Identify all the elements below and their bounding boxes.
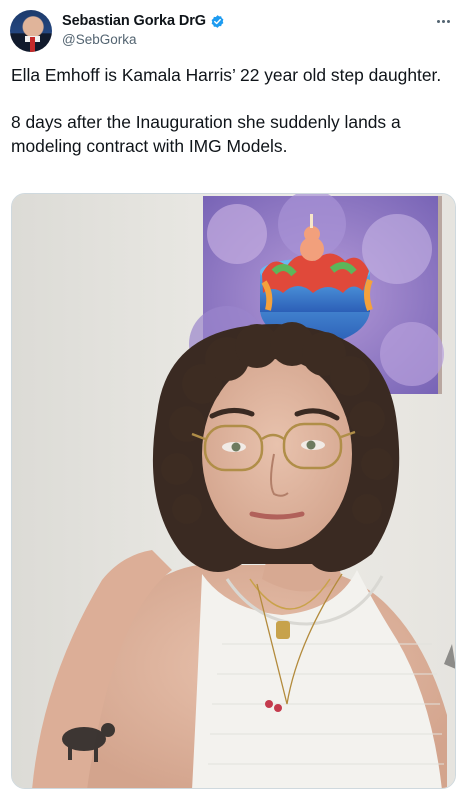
display-name[interactable]: Sebastian Gorka DrG [62, 13, 206, 29]
name-row: Sebastian Gorka DrG [62, 13, 225, 29]
verified-badge-icon [211, 14, 224, 28]
handle[interactable]: @SebGorka [62, 32, 137, 47]
photo-of-woman-with-glasses [12, 194, 455, 788]
more-options-icon[interactable] [432, 11, 454, 31]
tweet-text: Ella Emhoff is Kamala Harris’ 22 year ol… [11, 65, 442, 156]
tweet-photo[interactable] [11, 193, 456, 789]
avatar-tie [30, 37, 35, 52]
avatar[interactable] [10, 10, 52, 52]
tweet-header: Sebastian Gorka DrG @SebGorka [10, 9, 456, 53]
